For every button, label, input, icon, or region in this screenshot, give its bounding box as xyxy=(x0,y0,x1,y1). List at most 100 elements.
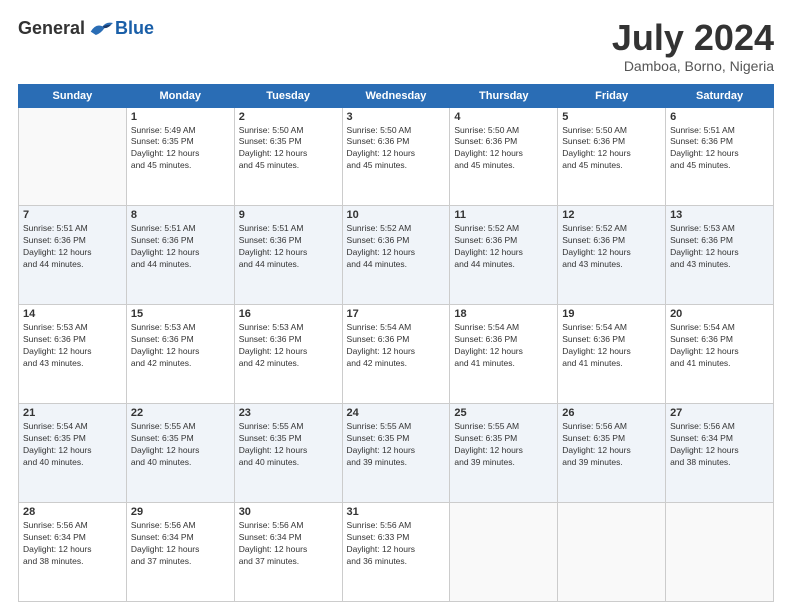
day-info: Sunrise: 5:54 AMSunset: 6:36 PMDaylight:… xyxy=(670,322,769,370)
weekday-header-sunday: Sunday xyxy=(19,84,127,107)
day-number: 30 xyxy=(239,506,338,518)
day-info: Sunrise: 5:50 AMSunset: 6:36 PMDaylight:… xyxy=(347,125,446,173)
day-info: Sunrise: 5:56 AMSunset: 6:34 PMDaylight:… xyxy=(239,520,338,568)
calendar-table: SundayMondayTuesdayWednesdayThursdayFrid… xyxy=(18,84,774,602)
day-info: Sunrise: 5:51 AMSunset: 6:36 PMDaylight:… xyxy=(670,125,769,173)
day-info: Sunrise: 5:55 AMSunset: 6:35 PMDaylight:… xyxy=(131,421,230,469)
calendar-cell: 21Sunrise: 5:54 AMSunset: 6:35 PMDayligh… xyxy=(19,404,127,503)
calendar-cell xyxy=(450,503,558,602)
day-number: 17 xyxy=(347,308,446,320)
calendar-cell: 28 Sunrise: 5:56 AMSunset: 6:34 PMDayligh… xyxy=(19,503,127,602)
day-number: 2 xyxy=(239,111,338,123)
day-number: 22 xyxy=(131,407,230,419)
weekday-header-thursday: Thursday xyxy=(450,84,558,107)
calendar-week-row: 7 Sunrise: 5:51 AMSunset: 6:36 PMDaylight… xyxy=(19,206,774,305)
calendar-week-row: 1Sunrise: 5:49 AMSunset: 6:35 PMDaylight… xyxy=(19,107,774,206)
weekday-header-wednesday: Wednesday xyxy=(342,84,450,107)
calendar-cell: 7Sunrise: 5:51 AMSunset: 6:36 PMDaylight… xyxy=(19,206,127,305)
calendar-cell: 8 Sunrise: 5:51 AMSunset: 6:36 PMDaylight… xyxy=(126,206,234,305)
day-info: Sunrise: 5:52 AMSunset: 6:36 PMDaylight:… xyxy=(347,223,446,271)
day-info: Sunrise: 5:54 AMSunset: 6:36 PMDaylight:… xyxy=(347,322,446,370)
day-info: Sunrise: 5:52 AMSunset: 6:36 PMDaylight:… xyxy=(562,223,661,271)
day-info: Sunrise: 5:56 AMSunset: 6:34 PMDaylight:… xyxy=(670,421,769,469)
day-number: 23 xyxy=(239,407,338,419)
day-info: Sunrise: 5:54 AMSunset: 6:35 PMDaylight:… xyxy=(23,421,122,469)
day-info: Sunrise: 5:50 AMSunset: 6:36 PMDaylight:… xyxy=(562,125,661,173)
calendar-cell: 4 Sunrise: 5:50 AMSunset: 6:36 PMDaylight… xyxy=(450,107,558,206)
day-info: Sunrise: 5:50 AMSunset: 6:35 PMDaylight:… xyxy=(239,125,338,173)
calendar-cell xyxy=(666,503,774,602)
day-number: 25 xyxy=(454,407,553,419)
day-number: 15 xyxy=(131,308,230,320)
month-title: July 2024 xyxy=(612,18,774,58)
weekday-header-row: SundayMondayTuesdayWednesdayThursdayFrid… xyxy=(19,84,774,107)
day-info: Sunrise: 5:51 AMSunset: 6:36 PMDaylight:… xyxy=(239,223,338,271)
day-number: 9 xyxy=(239,209,338,221)
calendar-cell: 17 Sunrise: 5:54 AMSunset: 6:36 PMDayligh… xyxy=(342,305,450,404)
calendar-cell: 29Sunrise: 5:56 AMSunset: 6:34 PMDayligh… xyxy=(126,503,234,602)
logo: General Blue xyxy=(18,18,154,39)
calendar-cell: 11 Sunrise: 5:52 AMSunset: 6:36 PMDayligh… xyxy=(450,206,558,305)
calendar-cell: 30 Sunrise: 5:56 AMSunset: 6:34 PMDayligh… xyxy=(234,503,342,602)
day-number: 16 xyxy=(239,308,338,320)
calendar-week-row: 14 Sunrise: 5:53 AMSunset: 6:36 PMDayligh… xyxy=(19,305,774,404)
calendar-week-row: 21Sunrise: 5:54 AMSunset: 6:35 PMDayligh… xyxy=(19,404,774,503)
logo-general-text: General xyxy=(18,18,85,39)
calendar-cell: 18 Sunrise: 5:54 AMSunset: 6:36 PMDayligh… xyxy=(450,305,558,404)
day-info: Sunrise: 5:56 AMSunset: 6:35 PMDaylight:… xyxy=(562,421,661,469)
day-info: Sunrise: 5:53 AMSunset: 6:36 PMDaylight:… xyxy=(23,322,122,370)
calendar-cell: 12 Sunrise: 5:52 AMSunset: 6:36 PMDayligh… xyxy=(558,206,666,305)
weekday-header-monday: Monday xyxy=(126,84,234,107)
day-number: 13 xyxy=(670,209,769,221)
day-number: 28 xyxy=(23,506,122,518)
day-info: Sunrise: 5:50 AMSunset: 6:36 PMDaylight:… xyxy=(454,125,553,173)
calendar-cell: 26 Sunrise: 5:56 AMSunset: 6:35 PMDayligh… xyxy=(558,404,666,503)
location: Damboa, Borno, Nigeria xyxy=(612,58,774,74)
calendar-cell: 20 Sunrise: 5:54 AMSunset: 6:36 PMDayligh… xyxy=(666,305,774,404)
day-info: Sunrise: 5:55 AMSunset: 6:35 PMDaylight:… xyxy=(239,421,338,469)
calendar-cell: 23 Sunrise: 5:55 AMSunset: 6:35 PMDayligh… xyxy=(234,404,342,503)
calendar-cell: 25Sunrise: 5:55 AMSunset: 6:35 PMDayligh… xyxy=(450,404,558,503)
weekday-header-friday: Friday xyxy=(558,84,666,107)
calendar-cell: 1Sunrise: 5:49 AMSunset: 6:35 PMDaylight… xyxy=(126,107,234,206)
day-number: 12 xyxy=(562,209,661,221)
page: General Blue July 2024 Damboa, Borno, Ni… xyxy=(0,0,792,612)
day-number: 14 xyxy=(23,308,122,320)
day-number: 3 xyxy=(347,111,446,123)
calendar-cell xyxy=(19,107,127,206)
calendar-cell: 10 Sunrise: 5:52 AMSunset: 6:36 PMDayligh… xyxy=(342,206,450,305)
calendar-cell: 24Sunrise: 5:55 AMSunset: 6:35 PMDayligh… xyxy=(342,404,450,503)
day-info: Sunrise: 5:53 AMSunset: 6:36 PMDaylight:… xyxy=(131,322,230,370)
day-number: 18 xyxy=(454,308,553,320)
logo-blue-text: Blue xyxy=(115,18,154,39)
day-info: Sunrise: 5:54 AMSunset: 6:36 PMDaylight:… xyxy=(454,322,553,370)
day-number: 6 xyxy=(670,111,769,123)
day-info: Sunrise: 5:55 AMSunset: 6:35 PMDaylight:… xyxy=(347,421,446,469)
calendar-cell: 15 Sunrise: 5:53 AMSunset: 6:36 PMDayligh… xyxy=(126,305,234,404)
day-info: Sunrise: 5:52 AMSunset: 6:36 PMDaylight:… xyxy=(454,223,553,271)
calendar-cell: 16 Sunrise: 5:53 AMSunset: 6:36 PMDayligh… xyxy=(234,305,342,404)
day-number: 8 xyxy=(131,209,230,221)
day-number: 5 xyxy=(562,111,661,123)
calendar-cell: 2 Sunrise: 5:50 AMSunset: 6:35 PMDaylight… xyxy=(234,107,342,206)
day-info: Sunrise: 5:53 AMSunset: 6:36 PMDaylight:… xyxy=(239,322,338,370)
header: General Blue July 2024 Damboa, Borno, Ni… xyxy=(18,18,774,74)
day-number: 27 xyxy=(670,407,769,419)
day-info: Sunrise: 5:56 AMSunset: 6:34 PMDaylight:… xyxy=(23,520,122,568)
calendar-cell: 5 Sunrise: 5:50 AMSunset: 6:36 PMDaylight… xyxy=(558,107,666,206)
day-number: 31 xyxy=(347,506,446,518)
day-number: 4 xyxy=(454,111,553,123)
day-info: Sunrise: 5:51 AMSunset: 6:36 PMDaylight:… xyxy=(131,223,230,271)
day-number: 20 xyxy=(670,308,769,320)
day-number: 19 xyxy=(562,308,661,320)
day-number: 10 xyxy=(347,209,446,221)
calendar-cell: 22 Sunrise: 5:55 AMSunset: 6:35 PMDayligh… xyxy=(126,404,234,503)
weekday-header-saturday: Saturday xyxy=(666,84,774,107)
day-info: Sunrise: 5:56 AMSunset: 6:33 PMDaylight:… xyxy=(347,520,446,568)
day-number: 7 xyxy=(23,209,122,221)
weekday-header-tuesday: Tuesday xyxy=(234,84,342,107)
day-info: Sunrise: 5:53 AMSunset: 6:36 PMDaylight:… xyxy=(670,223,769,271)
day-number: 11 xyxy=(454,209,553,221)
day-number: 26 xyxy=(562,407,661,419)
title-block: July 2024 Damboa, Borno, Nigeria xyxy=(612,18,774,74)
